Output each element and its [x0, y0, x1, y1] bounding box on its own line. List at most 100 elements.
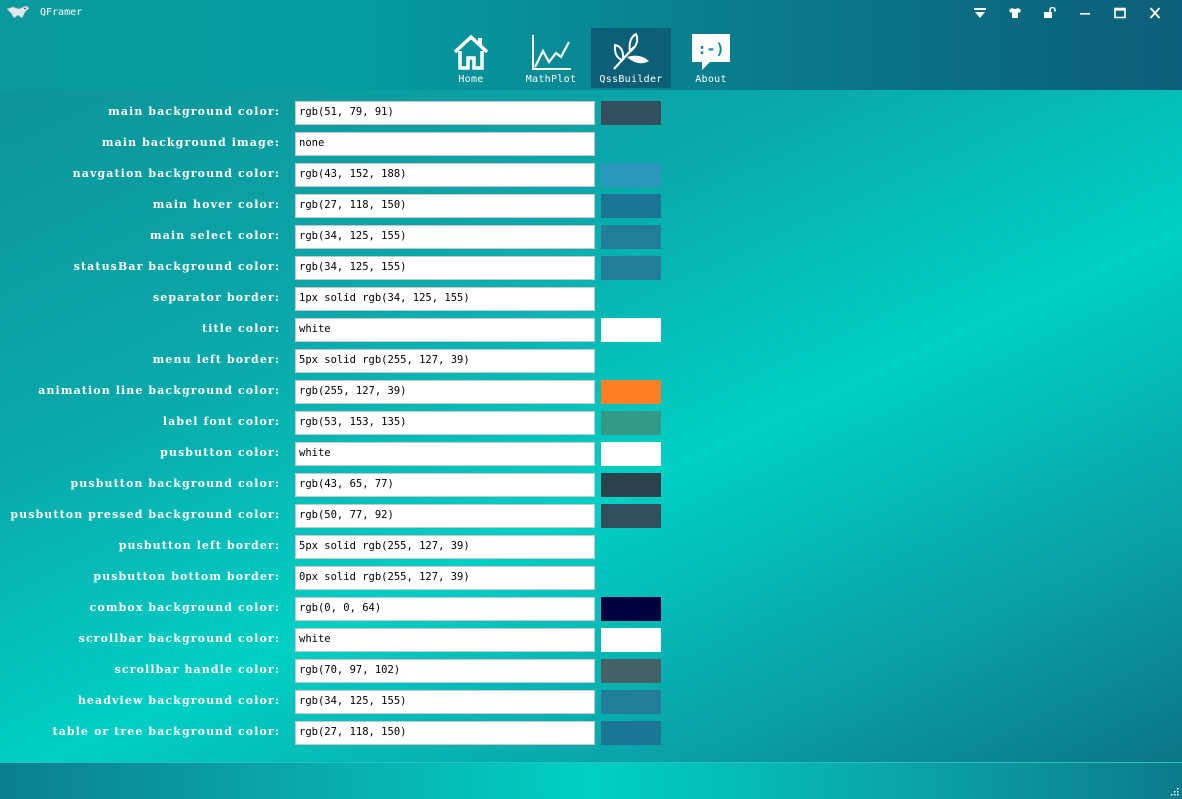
setting-value-input[interactable]: white [295, 318, 595, 342]
color-swatch[interactable] [601, 473, 661, 497]
nav-qssbuilder-button[interactable]: QssBuilder [591, 28, 671, 88]
title-bar: QFramer Home MathPlot QssBuilder:-) Abo… [0, 0, 1182, 90]
nav-home-button[interactable]: Home [431, 28, 511, 88]
color-swatch[interactable] [601, 411, 661, 435]
color-swatch[interactable] [601, 225, 661, 249]
setting-value-input[interactable]: rgb(51, 79, 91) [295, 101, 595, 125]
color-swatch[interactable] [601, 318, 661, 342]
setting-row: pusbutton background color: rgb(43, 65, 7… [0, 473, 700, 497]
setting-label: animation line background color: [38, 384, 280, 397]
main-navigation: Home MathPlot QssBuilder:-) About [431, 28, 751, 88]
setting-value-input[interactable]: rgb(255, 127, 39) [295, 380, 595, 404]
setting-label: statusBar background color: [73, 260, 280, 273]
setting-label: table or tree background color: [52, 725, 280, 738]
color-swatch[interactable] [601, 628, 661, 652]
setting-label: pusbutton background color: [70, 477, 280, 490]
setting-label: main select color: [150, 229, 280, 242]
setting-label: main background image: [101, 136, 280, 149]
setting-label: main hover color: [152, 198, 280, 211]
setting-value-input[interactable]: rgb(34, 125, 155) [295, 690, 595, 714]
setting-label: label font color: [162, 415, 280, 428]
setting-label: scrollbar background color: [78, 632, 280, 645]
setting-value-input[interactable]: rgb(43, 65, 77) [295, 473, 595, 497]
nav-about-label: About [695, 74, 727, 85]
setting-value-input[interactable]: rgb(50, 77, 92) [295, 504, 595, 528]
setting-value-input[interactable]: 5px solid rgb(255, 127, 39) [295, 535, 595, 559]
setting-label: main background color: [108, 105, 280, 118]
leaf-icon [610, 32, 652, 72]
app-logo-icon [6, 5, 30, 19]
color-swatch[interactable] [601, 163, 661, 187]
setting-value-input[interactable]: rgb(53, 153, 135) [295, 411, 595, 435]
window-title: QFramer [40, 7, 83, 18]
setting-row: pusbutton left border: 5px solid rgb(255,… [0, 535, 700, 559]
setting-row: headview background color: rgb(34, 125, 1… [0, 690, 700, 714]
setting-value-input[interactable]: rgb(70, 97, 102) [295, 659, 595, 683]
nav-about-button[interactable]: :-) About [671, 28, 751, 88]
color-swatch[interactable] [601, 256, 661, 280]
setting-label: pusbutton color: [160, 446, 280, 459]
setting-value-input[interactable]: 0px solid rgb(255, 127, 39) [295, 566, 595, 590]
setting-row: main select color: rgb(34, 125, 155) [0, 225, 700, 249]
setting-label: separator border: [152, 291, 280, 304]
color-swatch[interactable] [601, 504, 661, 528]
setting-row: animation line background color: rgb(255,… [0, 380, 700, 404]
setting-label: scrollbar handle color: [114, 663, 280, 676]
setting-label: title color: [202, 322, 280, 335]
color-swatch[interactable] [601, 442, 661, 466]
nav-qssbuilder-label: QssBuilder [599, 74, 663, 85]
setting-row: main background image: none [0, 132, 700, 156]
nav-home-label: Home [458, 74, 484, 85]
setting-value-input[interactable]: white [295, 628, 595, 652]
skin-icon[interactable] [997, 4, 1032, 22]
color-swatch[interactable] [601, 380, 661, 404]
smiley-chat-icon: :-) [690, 32, 732, 72]
setting-value-input[interactable]: 1px solid rgb(34, 125, 155) [295, 287, 595, 311]
setting-value-input[interactable]: 5px solid rgb(255, 127, 39) [295, 349, 595, 373]
setting-row: main hover color: rgb(27, 118, 150) [0, 194, 700, 218]
close-icon[interactable] [1137, 4, 1172, 22]
setting-label: pusbutton left border: [118, 539, 280, 552]
setting-row: label font color: rgb(53, 153, 135) [0, 411, 700, 435]
setting-row: statusBar background color: rgb(34, 125, … [0, 256, 700, 280]
setting-value-input[interactable]: none [295, 132, 595, 156]
setting-label: headview background color: [77, 694, 280, 707]
setting-row: combox background color: rgb(0, 0, 64) [0, 597, 700, 621]
setting-label: pusbutton pressed background color: [10, 508, 280, 521]
home-icon [450, 32, 492, 72]
setting-label: pusbutton bottom border: [93, 570, 280, 583]
setting-row: pusbutton pressed background color: rgb(5… [0, 504, 700, 528]
setting-label: combox background color: [89, 601, 280, 614]
menu-icon[interactable] [962, 4, 997, 22]
color-swatch[interactable] [601, 101, 661, 125]
color-swatch[interactable] [601, 659, 661, 683]
color-swatch[interactable] [601, 690, 661, 714]
window-controls [962, 4, 1172, 22]
setting-row: menu left border: 5px solid rgb(255, 127,… [0, 349, 700, 373]
setting-value-input[interactable]: rgb(34, 125, 155) [295, 256, 595, 280]
setting-label: menu left border: [152, 353, 280, 366]
nav-mathplot-button[interactable]: MathPlot [511, 28, 591, 88]
maximize-icon[interactable] [1102, 4, 1137, 22]
lock-icon[interactable] [1032, 4, 1067, 22]
setting-label: navgation background color: [72, 167, 280, 180]
setting-row: navgation background color: rgb(43, 152, … [0, 163, 700, 187]
setting-value-input[interactable]: rgb(0, 0, 64) [295, 597, 595, 621]
color-swatch[interactable] [601, 597, 661, 621]
setting-value-input[interactable]: rgb(27, 118, 150) [295, 721, 595, 745]
setting-row: table or tree background color: rgb(27, 1… [0, 721, 700, 745]
nav-mathplot-label: MathPlot [525, 74, 577, 85]
setting-value-input[interactable]: white [295, 442, 595, 466]
setting-row: scrollbar handle color: rgb(70, 97, 102) [0, 659, 700, 683]
color-swatch[interactable] [601, 194, 661, 218]
setting-row: separator border: 1px solid rgb(34, 125, … [0, 287, 700, 311]
color-swatch[interactable] [601, 721, 661, 745]
minimize-icon[interactable] [1067, 4, 1102, 22]
setting-row: title color: white [0, 318, 700, 342]
setting-row: main background color: rgb(51, 79, 91) [0, 101, 700, 125]
resize-grip-icon[interactable] [1171, 788, 1179, 796]
setting-value-input[interactable]: rgb(43, 152, 188) [295, 163, 595, 187]
setting-value-input[interactable]: rgb(34, 125, 155) [295, 225, 595, 249]
chart-icon [530, 32, 572, 72]
setting-value-input[interactable]: rgb(27, 118, 150) [295, 194, 595, 218]
